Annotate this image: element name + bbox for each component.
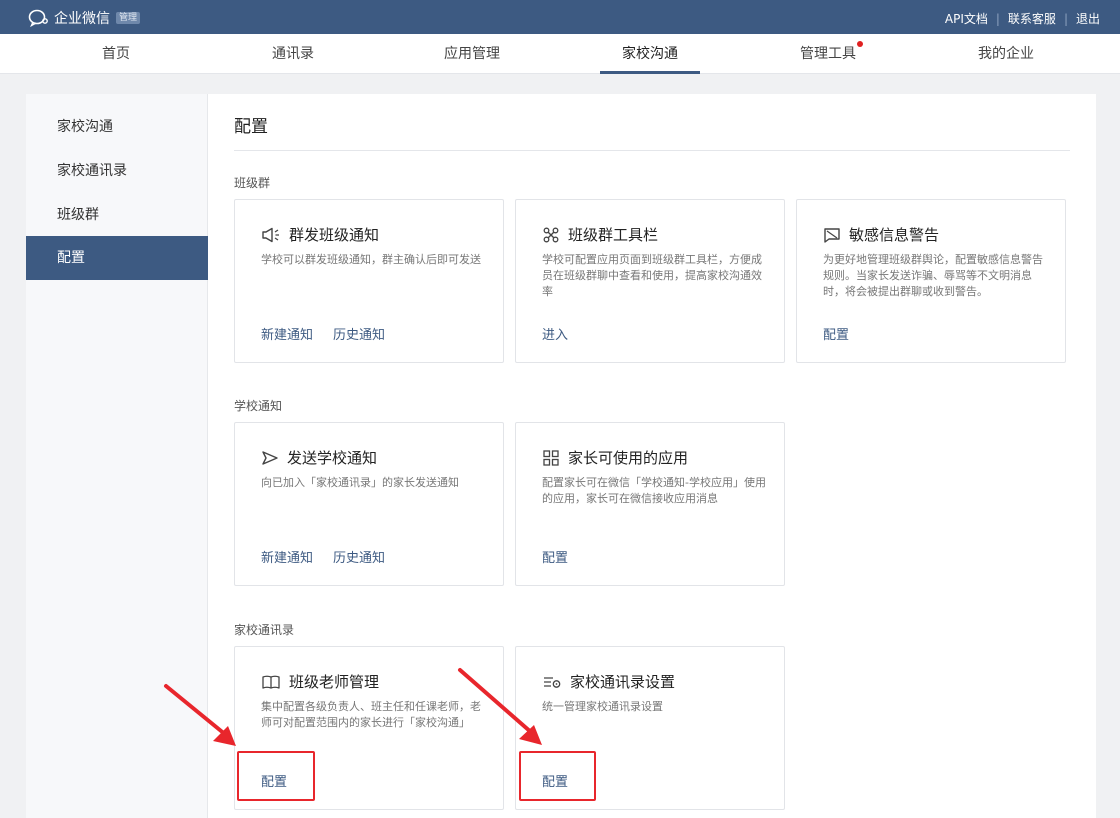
highlight-box [237,751,315,801]
sidebar-item-config[interactable]: 配置 [26,236,208,280]
card-actions: 配置 [542,547,588,566]
divider: | [1063,11,1068,26]
card-title: 发送学校通知 [287,449,378,467]
apps-grid-icon [543,449,559,466]
enter-link[interactable]: 进入 [542,324,568,343]
card-description: 向已加入「家校通讯录」的家长发送通知 [261,476,459,489]
main-nav: 首页 通讯录 应用管理 家校沟通 管理工具 我的企业 [0,34,1120,74]
card-header: 家长可使用的应用 [542,447,688,468]
contact-support-link[interactable]: 联系客服 [1008,10,1056,27]
card-class-notice: 群发班级通知 学校可以群发班级通知，群主确认后即可发送 新建通知 历史通知 [234,199,504,363]
section-label-class-groups: 班级群 [234,176,271,190]
nav-app-management[interactable]: 应用管理 [422,34,522,74]
card-header: 班级群工具栏 [542,224,658,245]
nav-management-tools[interactable]: 管理工具 [778,34,878,74]
list-settings-icon [544,676,561,688]
section-label-school-contacts: 家校通讯录 [234,623,295,637]
api-docs-link[interactable]: API文档 [945,10,988,27]
logout-link[interactable]: 退出 [1076,10,1100,27]
card-description: 配置家长可在微信「学校通知-学校应用」使用的应用，家长可在微信接收应用消息 [542,476,766,505]
new-notice-link[interactable]: 新建通知 [261,547,313,566]
sidebar-item-school-communication[interactable]: 家校沟通 [26,105,208,149]
card-title: 群发班级通知 [289,226,380,244]
card-header: 班级老师管理 [261,671,379,692]
main-panel: 家校沟通 家校通讯录 班级群 配置 配置 班级群 群发班级通知 学校可以群发班级… [26,94,1096,818]
send-icon [262,450,278,465]
page-title: 配置 [234,117,268,137]
sidebar-item-school-contacts[interactable]: 家校通讯录 [26,149,208,193]
warning-flag-icon [824,227,840,243]
card-description: 学校可以群发班级通知，群主确认后即可发送 [261,253,481,266]
card-class-toolbar: 班级群工具栏 学校可配置应用页面到班级群工具栏，方便成员在班级群聊中查看和使用，… [515,199,785,363]
card-header: 群发班级通知 [261,224,379,245]
card-title: 班级群工具栏 [568,226,659,244]
card-actions: 新建通知 历史通知 [261,547,405,566]
book-icon [262,675,280,689]
top-bar: 企业微信 管理 API文档 | 联系客服 | 退出 [0,0,1120,34]
configure-link[interactable]: 配置 [823,324,849,343]
nav-school-communication[interactable]: 家校沟通 [600,34,700,74]
nav-my-company[interactable]: 我的企业 [956,34,1056,74]
title-divider [234,150,1070,151]
megaphone-icon [262,227,279,242]
card-description: 集中配置各级负责人、班主任和任课老师，老师可对配置范围内的家长进行「家校沟通」 [261,700,481,729]
card-title: 敏感信息警告 [849,226,940,244]
app-badge: 管理 [116,12,141,24]
card-actions: 配置 [823,324,869,343]
card-actions: 新建通知 历史通知 [261,324,405,343]
card-actions: 进入 [542,324,588,343]
card-title: 班级老师管理 [289,673,380,691]
notice-history-link[interactable]: 历史通知 [333,547,385,566]
wecom-logo-icon [28,9,48,27]
nav-contacts[interactable]: 通讯录 [243,34,343,74]
card-header: 敏感信息警告 [823,224,939,245]
notice-dot [857,41,863,47]
new-notice-link[interactable]: 新建通知 [261,324,313,343]
card-description: 为更好地管理班级群舆论，配置敏感信息警告规则。当家长发送诈骗、辱骂等不文明消息时… [823,253,1043,298]
card-description: 学校可配置应用页面到班级群工具栏，方便成员在班级群聊中查看和使用，提高家校沟通效… [542,253,762,298]
configure-link[interactable]: 配置 [542,547,568,566]
nav-home[interactable]: 首页 [66,34,166,74]
section-label-school-notice: 学校通知 [234,399,283,413]
top-links: API文档 | 联系客服 | 退出 [945,10,1100,27]
card-title: 家长可使用的应用 [568,449,689,467]
app-logo[interactable]: 企业微信 管理 [28,8,141,28]
sidebar: 家校沟通 家校通讯录 班级群 配置 [26,94,208,818]
toolbar-icon [543,227,559,242]
card-header: 家校通讯录设置 [542,671,675,692]
card-parent-apps: 家长可使用的应用 配置家长可在微信「学校通知-学校应用」使用的应用，家长可在微信… [515,422,785,586]
app-name: 企业微信 [54,11,110,27]
content-area: 配置 班级群 群发班级通知 学校可以群发班级通知，群主确认后即可发送 新建通知 … [208,94,1096,818]
card-send-school-notice: 发送学校通知 向已加入「家校通讯录」的家长发送通知 新建通知 历史通知 [234,422,504,586]
sidebar-item-class-groups[interactable]: 班级群 [26,193,208,237]
notice-history-link[interactable]: 历史通知 [333,324,385,343]
card-sensitive-warning: 敏感信息警告 为更好地管理班级群舆论，配置敏感信息警告规则。当家长发送诈骗、辱骂… [796,199,1066,363]
card-header: 发送学校通知 [261,447,377,468]
card-description: 统一管理家校通讯录设置 [542,700,663,713]
divider: | [995,11,1000,26]
highlight-box [519,751,596,801]
card-title: 家校通讯录设置 [570,673,676,691]
